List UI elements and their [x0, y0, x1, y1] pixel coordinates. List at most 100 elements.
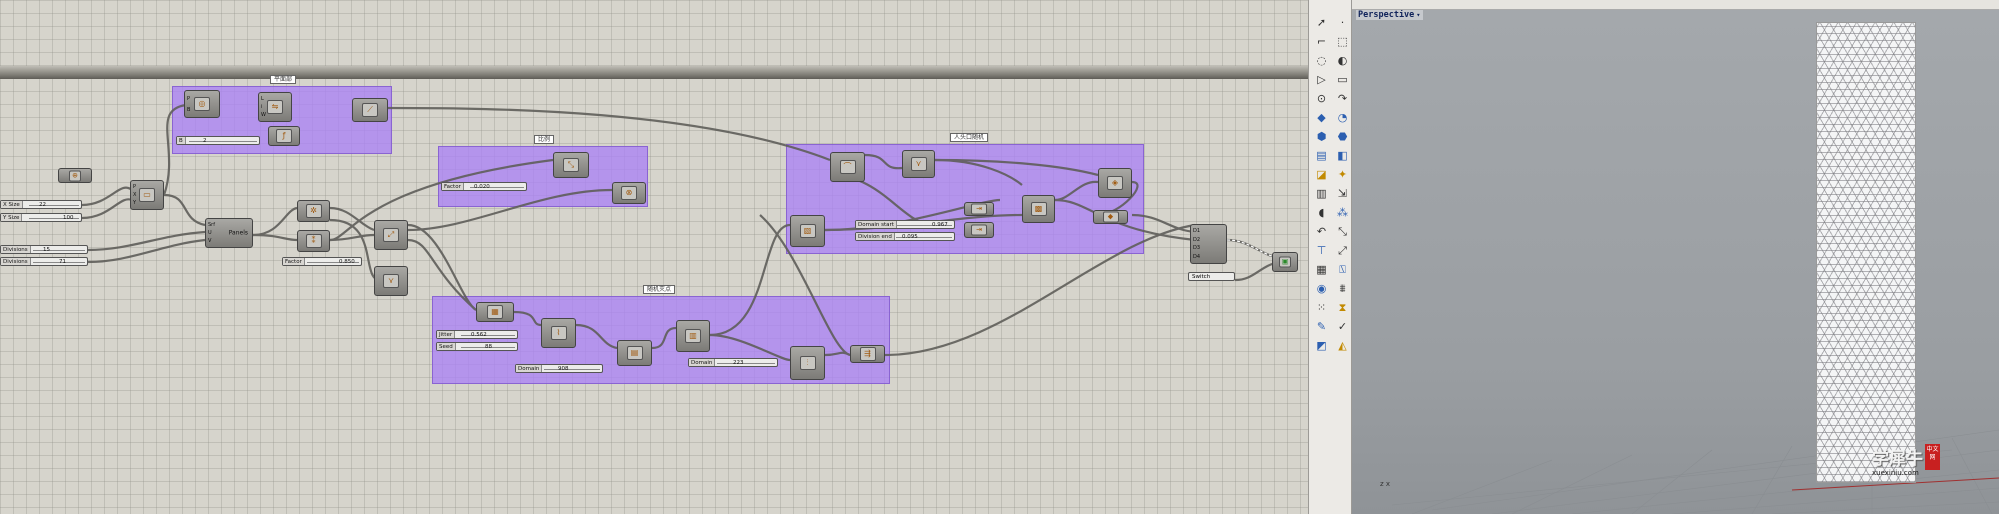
slider-y-size[interactable]: Y Size 100 [0, 213, 82, 222]
closest-point-icon: ⋎ [910, 157, 927, 171]
circle-icon[interactable]: ◌ [1313, 52, 1330, 69]
jitter-icon: ⌇ [550, 326, 567, 340]
perspective-viewport[interactable]: Perspective ▾ z x 学犀牛 中文网 xuexiniu.com [1352, 10, 1999, 514]
area-component[interactable]: ✲ [297, 200, 330, 222]
random-component[interactable]: ⁑ [297, 230, 330, 252]
math-component[interactable]: ƒ [268, 126, 300, 146]
slider-seed[interactable]: Seed 88 [436, 342, 518, 351]
grid-icon[interactable]: ▦ [1313, 261, 1330, 278]
box-icon[interactable]: ◆ [1313, 109, 1330, 126]
viewport-title[interactable]: Perspective ▾ [1356, 10, 1423, 20]
snap-icon[interactable]: ⁙ [1313, 299, 1330, 316]
list-icon: ⇋ [267, 100, 283, 114]
rhino-toolbar: ➚ · ⌐ ⬚ ◌ ◐ ▷ ▭ ⊙ ↷ ◆ ◔ ⬢ ⬣ ▤ ◧ ◪ ✦ ▥ ⇲ ◖ ⁂ ↶ ⤡ ⊤ ⤢ ▦… [1308, 0, 1352, 514]
extrude-icon[interactable]: ⬢ [1313, 128, 1330, 145]
evaluate-icon: ⋎ [383, 274, 399, 288]
material-icon[interactable]: ◩ [1313, 337, 1330, 354]
polyline-component[interactable]: ⟋ [352, 98, 388, 122]
closest-point-component[interactable]: ⋎ [902, 150, 935, 178]
wire-layer [81, 103, 1281, 362]
boolean-icon[interactable]: ◪ [1313, 166, 1330, 183]
jitter-component[interactable]: ⌇ [541, 318, 576, 348]
preview-icon: ▣ [1279, 256, 1291, 268]
dispatch-component[interactable]: ⫶ [790, 346, 825, 380]
layer-icon[interactable]: ⊤ [1313, 242, 1330, 259]
arc-icon[interactable]: ◐ [1334, 52, 1351, 69]
verify-icon[interactable]: ✓ [1334, 318, 1351, 335]
grasshopper-canvas[interactable]: 平面部 比例 随机灭点 人头口随机 X Size 22 Y Size 100 D… [0, 0, 1308, 514]
scale-icon: ⤡ [563, 158, 579, 172]
chevron-down-icon[interactable]: ▾ [1416, 11, 1420, 19]
rectangle-component[interactable]: PXY ▭ [130, 180, 164, 210]
stream-filter-component[interactable]: D1 D2 D3 D4 [1190, 224, 1227, 264]
render-icon[interactable]: ⤢ [1334, 242, 1351, 259]
sphere-icon[interactable]: ◔ [1334, 109, 1351, 126]
curve-icon: ⌒ [839, 160, 856, 174]
transform-icon[interactable]: ⇲ [1334, 185, 1351, 202]
slider-domain-2[interactable]: Domain 223 [688, 358, 778, 367]
polygon-icon[interactable]: ⊙ [1313, 90, 1330, 107]
point-icon: ⊕ [69, 170, 81, 181]
divide-surface-component[interactable]: PB ◎ [184, 90, 220, 118]
select-arrow-icon[interactable]: ➚ [1313, 14, 1330, 31]
panels-component[interactable]: Srf U V Panels [205, 218, 253, 248]
slider-division-end[interactable]: Division end 0.095 [855, 232, 955, 241]
fillet-icon[interactable]: ✦ [1334, 166, 1351, 183]
construct-point-component[interactable]: ⊕ [58, 168, 92, 183]
slider-b[interactable]: B 2 [176, 136, 260, 145]
slider-divisions-2[interactable]: Divisions 71 [0, 257, 88, 266]
list-item-component[interactable]: LiW ⇋ [258, 92, 292, 122]
factor-apply-component[interactable]: ⊗ [612, 182, 646, 204]
point-icon[interactable]: · [1334, 14, 1351, 31]
paint-icon[interactable]: ⩩ [1334, 280, 1351, 297]
rectangle-icon: ▭ [139, 188, 155, 202]
relay-icon: ⇥ [971, 224, 987, 236]
slider-jitter[interactable]: Jitter 0.562 [436, 330, 518, 339]
slider-domain-1[interactable]: Domain 908 [515, 364, 603, 373]
apply-icon: ⊗ [621, 186, 637, 200]
array-icon[interactable]: ⁂ [1334, 204, 1351, 221]
slider-x-size[interactable]: X Size 22 [0, 200, 82, 209]
mesh-icon[interactable]: ▥ [1313, 185, 1330, 202]
lock-icon[interactable]: ⍂ [1334, 261, 1351, 278]
curve-icon[interactable]: ↷ [1334, 90, 1351, 107]
evaluate-component[interactable]: ⋎ [374, 266, 408, 296]
preview-component[interactable]: ▣ [1272, 252, 1298, 272]
cull-component[interactable]: ▤ [617, 340, 652, 366]
sublist-component[interactable]: ▥ [676, 320, 710, 352]
weave-component[interactable]: ▩ [1022, 195, 1055, 223]
loft-icon[interactable]: ▤ [1313, 147, 1330, 164]
switch-toggle[interactable]: Switch [1188, 272, 1235, 281]
rectangle-icon[interactable]: ⬚ [1334, 33, 1351, 50]
merge-component[interactable]: ⇶ [850, 345, 885, 363]
cull-icon: ▤ [626, 346, 643, 360]
camera-icon[interactable]: ✎ [1313, 318, 1330, 335]
curve-component[interactable]: ⌒ [830, 152, 865, 182]
area-icon: ✲ [305, 204, 322, 218]
trim-icon[interactable]: ▭ [1334, 71, 1351, 88]
slider-divisions-1[interactable]: Divisions 15 [0, 245, 88, 254]
relay-component-2[interactable]: ⇥ [964, 222, 994, 238]
factor-scale-component[interactable]: ⤡ [553, 152, 589, 178]
scale-component[interactable]: ⤢ [374, 220, 408, 250]
boundary-component[interactable]: ◆ [1093, 210, 1128, 224]
relay-component-1[interactable]: ⇥ [964, 202, 994, 216]
text-icon[interactable]: ↶ [1313, 223, 1330, 240]
polyline-icon[interactable]: ⌐ [1313, 33, 1330, 50]
polyline-icon: ⟋ [362, 103, 378, 117]
bend-icon[interactable]: ◖ [1313, 204, 1330, 221]
slider-factor-1[interactable]: Factor 0.020 [441, 182, 527, 191]
dimension-icon[interactable]: ⤡ [1334, 223, 1351, 240]
check-icon[interactable]: ◉ [1313, 280, 1330, 297]
solid-icon[interactable]: ◧ [1334, 147, 1351, 164]
surface-output-component[interactable]: ◈ [1098, 168, 1132, 198]
bucket-icon[interactable]: ◭ [1334, 337, 1351, 354]
axis-icon: z x [1380, 480, 1391, 488]
populate-component[interactable]: ▦ [476, 302, 514, 322]
triangle-icon[interactable]: ▷ [1313, 71, 1330, 88]
slider-factor-2[interactable]: Factor 0.850 [282, 257, 362, 266]
light-icon[interactable]: ⧗ [1334, 299, 1351, 316]
surface-icon[interactable]: ⬣ [1334, 128, 1351, 145]
slider-domain-start[interactable]: Domain start 0.967 [855, 220, 955, 229]
series-component[interactable]: ▧ [790, 215, 825, 247]
